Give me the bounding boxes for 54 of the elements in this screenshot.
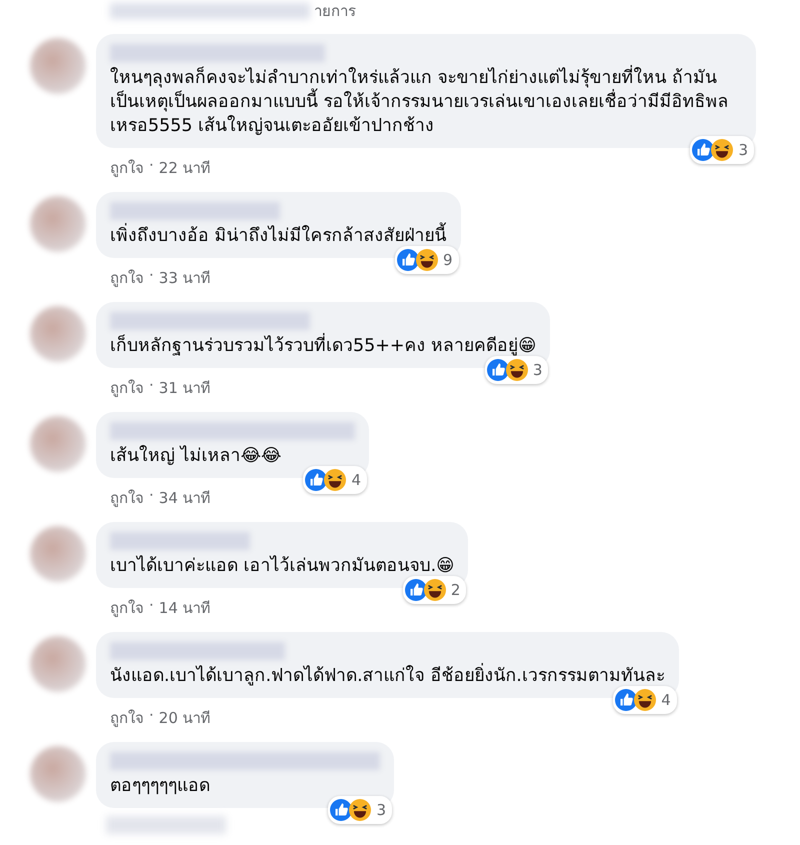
like-icon [397,249,420,271]
comment-text: เพิ่งถึงบางอ้อ มิน่าถึงไม่มีใครกล้าสงสัยฝ่ายนี้ [110,224,447,248]
reaction-summary[interactable]: 3 [328,796,392,824]
comment-text: ตอๆๆๆๆๆแอด [110,775,211,798]
avatar[interactable] [30,196,86,252]
like-link[interactable]: ถูกใจ [110,486,144,510]
separator-dot: · [149,266,154,286]
reaction-summary[interactable]: 3 [484,356,548,384]
comment-fragment: ายการ [314,1,356,22]
avatar[interactable] [30,416,86,472]
laughing-face-icon [349,799,372,821]
reaction-summary[interactable]: 2 [402,576,466,604]
timestamp[interactable]: 14 นาที [158,596,211,620]
like-link[interactable]: ถูกใจ [110,376,144,400]
laughing-face-icon [324,469,346,491]
like-icon [305,469,328,491]
timestamp[interactable]: 20 นาที [158,706,211,730]
reaction-summary[interactable]: 4 [303,466,367,494]
timestamp[interactable]: 31 นาที [158,376,211,400]
like-icon [404,579,427,601]
separator-dot: · [149,156,154,176]
laughing-face-icon [416,249,438,271]
separator-dot: · [149,376,154,396]
comment-text: เก็บหลักฐานร่วบรวมไว้รวบที่เดว55++คง หลายคดีอยู่😁 [110,334,536,358]
reaction-summary[interactable]: 4 [613,686,677,714]
laughing-face-icon [634,689,656,711]
like-link[interactable]: ถูกใจ [110,156,144,180]
avatar[interactable] [30,306,86,362]
like-icon [486,359,509,381]
like-icon [330,799,352,821]
avatar[interactable] [30,636,86,692]
laughing-face-icon [506,359,528,381]
like-icon [692,139,714,161]
avatar[interactable] [30,746,86,802]
separator-dot: · [149,596,154,616]
avatar[interactable] [30,38,86,94]
reaction-summary[interactable]: 3 [690,136,754,164]
separator-dot: · [149,706,154,726]
like-icon [615,689,638,711]
comment-text: ใหนๆลุงพลก็คงจะไม่ลำบากเท่าใหร่แล้วแก จะขายไก่ย่างแต่ไม่รุ้ขายที่ใหน ถ้ามันเป็นเหตุเป็นผลออกมาแบบนี้ รอให้เจ้ากรรมนายเวรเล่นเขาเองเลยเชื่อว่ามีมีอิทธิพลเหรอ5555 เส้นใหญ่จนเตะออัยเข้าปากช้าง [110,66,742,138]
reaction-summary[interactable]: 9 [395,246,459,274]
timestamp[interactable]: 33 นาที [158,266,211,290]
timestamp[interactable]: 34 นาที [158,486,211,510]
avatar[interactable] [30,526,86,582]
comment-text: เส้นใหญ่ ไม่เหลา😂😂 [110,444,282,468]
timestamp[interactable]: 22 นาที [158,156,211,180]
comment-text: เบาได้เบาค่ะแอด เอาไว้เล่นพวกมันตอนจบ.😁 [110,554,454,578]
laughing-face-icon [424,579,446,601]
separator-dot: · [149,486,154,506]
laughing-face-icon [711,139,734,161]
like-link[interactable]: ถูกใจ [110,596,144,620]
like-link[interactable]: ถูกใจ [110,266,144,290]
comment-text: นังแอด.เบาได้เบาลูก.ฟาดได้ฟาด.สาแก่ใจ อีช้อยยิ่งนัก.เวรกรรมตามทันละ [110,664,665,688]
like-link[interactable]: ถูกใจ [110,706,144,730]
